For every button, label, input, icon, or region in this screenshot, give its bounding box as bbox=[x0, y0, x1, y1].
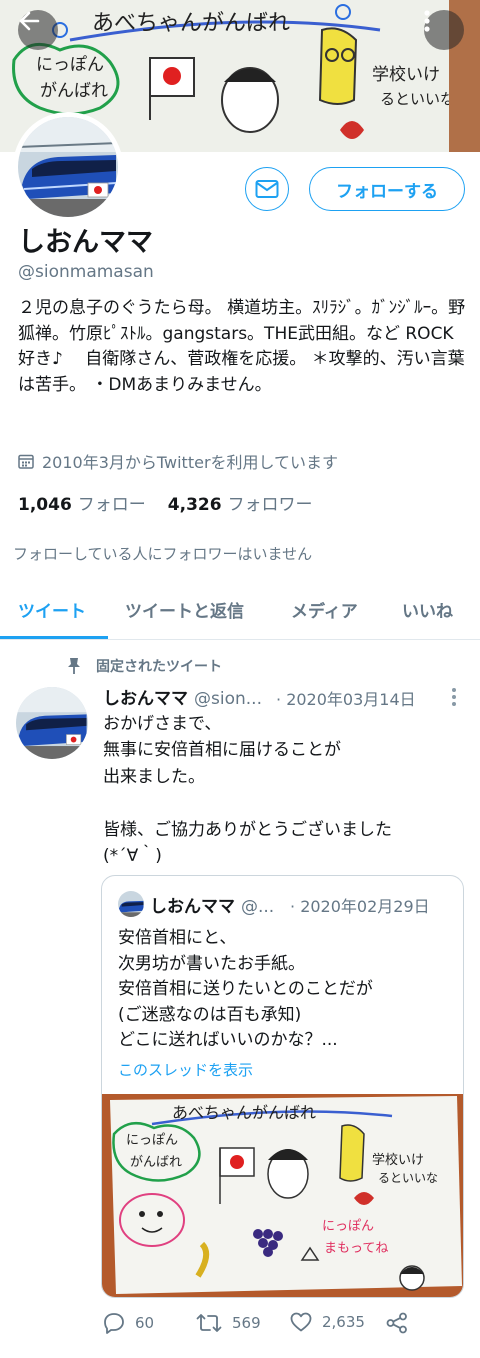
quoted-date-separator: · bbox=[290, 897, 296, 916]
pinned-indicator: 固定されたツイート bbox=[66, 656, 222, 676]
quoted-tweet-image[interactable]: あべちゃんがんばれ にっぽん がんばれ 学校いけ るといいな にっぽん まもって… bbox=[102, 1094, 463, 1297]
arrow-left-icon bbox=[19, 11, 40, 31]
like-button[interactable]: 2,635 bbox=[290, 1312, 365, 1332]
pinned-label: 固定されたツイート bbox=[96, 659, 222, 675]
drawing-left-text-1: にっぽん bbox=[126, 1133, 178, 1148]
back-button[interactable] bbox=[18, 10, 58, 50]
tab-tweets-and-replies[interactable]: ツイートと返信 bbox=[125, 597, 244, 622]
following-count: 1,046 bbox=[18, 495, 72, 515]
followers-link[interactable]: 4,326 フォロワー bbox=[168, 490, 313, 515]
followers-count: 4,326 bbox=[167, 495, 222, 515]
message-button[interactable] bbox=[245, 167, 289, 211]
active-tab-indicator bbox=[0, 636, 108, 639]
profile-avatar[interactable] bbox=[13, 112, 123, 222]
tweet-date[interactable]: · 2020年03月14日 bbox=[276, 686, 416, 710]
drawing-bottom-text-2: まもってね bbox=[324, 1241, 388, 1256]
drawing-left-text-2: がんばれ bbox=[130, 1155, 182, 1170]
more-vertical-icon bbox=[452, 688, 456, 706]
more-vertical-icon bbox=[424, 10, 430, 32]
train-photo bbox=[18, 117, 118, 217]
tab-likes[interactable]: いいね bbox=[402, 597, 453, 622]
quoted-tweet-text: 安倍首相にと、 次男坊が書いたお手紙。 安倍首相に送りたいとのことだが (ご迷惑… bbox=[118, 928, 373, 1050]
tweet-header: しおんママ @sion... bbox=[103, 684, 262, 709]
reply-button[interactable]: 60 bbox=[103, 1312, 154, 1334]
quoted-tweet[interactable]: しおんママ @... · 2020年02月29日 安倍首相にと、 次男坊が書いたお… bbox=[101, 875, 464, 1298]
reply-count: 60 bbox=[135, 1314, 155, 1332]
more-options-button[interactable] bbox=[424, 10, 464, 50]
join-date: 2010年3月からTwitterを利用しています bbox=[18, 449, 338, 473]
reply-icon bbox=[104, 1313, 124, 1334]
train-photo bbox=[118, 891, 144, 917]
like-count: 2,635 bbox=[322, 1313, 365, 1331]
share-icon bbox=[386, 1312, 407, 1334]
tweet-menu-button[interactable] bbox=[446, 686, 462, 708]
share-button[interactable] bbox=[386, 1312, 408, 1334]
quoted-tweet-date: · 2020年02月29日 bbox=[290, 893, 430, 917]
calendar-icon bbox=[18, 454, 34, 469]
drawing-bottom-text-1: にっぽん bbox=[322, 1219, 374, 1234]
retweet-icon bbox=[196, 1314, 222, 1332]
retweet-button[interactable]: 569 bbox=[196, 1312, 261, 1334]
drawing-right-text-1: 学校いけ bbox=[372, 1152, 424, 1168]
quoted-author-name: しおんママ bbox=[150, 897, 235, 917]
banner-left-text-1: にっぽん bbox=[36, 55, 104, 75]
retweet-count: 569 bbox=[232, 1314, 261, 1332]
profile-bio: ２児の息子のぐうたら母。 横道坊主。ｽﾘﾗｼﾞ。ｶﾞﾝｼﾞﾙｰ。野狐禅。竹原ﾋﾟ… bbox=[18, 298, 466, 395]
tweet-actions: 60 569 2,635 bbox=[103, 1312, 413, 1338]
follow-counts: 1,046 フォロー 4,326 フォロワー bbox=[18, 490, 313, 515]
train-photo bbox=[16, 687, 88, 759]
mail-icon bbox=[255, 180, 279, 198]
show-thread-link[interactable]: このスレッドを表示 bbox=[118, 1059, 253, 1080]
child-drawing-photo: あべちゃんがんばれ にっぽん がんばれ 学校いけ るといいな にっぽん まもって… bbox=[102, 1094, 463, 1297]
following-label: フォロー bbox=[77, 495, 146, 515]
quoted-date-text: 2020年02月29日 bbox=[300, 897, 430, 916]
banner-top-text: あべちゃんがんばれ bbox=[92, 11, 290, 36]
tweet-author-avatar[interactable] bbox=[16, 687, 88, 759]
banner-right-text-2: るといいな bbox=[380, 90, 455, 108]
mutual-followers-note: フォローしている人にフォロワーはいません bbox=[13, 545, 313, 563]
tab-tweets[interactable]: ツイート bbox=[18, 597, 86, 622]
profile-tabs: ツイート ツイートと返信 メディア いいね bbox=[0, 587, 480, 640]
tab-media[interactable]: メディア bbox=[291, 597, 358, 622]
tweet-author-name[interactable]: しおんママ bbox=[103, 689, 188, 709]
heart-icon bbox=[290, 1312, 312, 1332]
drawing-right-text-2: るといいな bbox=[378, 1171, 438, 1185]
pin-icon bbox=[68, 658, 80, 674]
banner-left-text-2: がんばれ bbox=[40, 81, 108, 101]
tweet-text: おかげさまで、 無事に安倍首相に届けることが 出来ました。 皆様、ご協力ありがと… bbox=[103, 714, 392, 867]
banner-right-text-1: 学校いけ bbox=[372, 65, 440, 85]
quoted-author-handle: @... bbox=[241, 897, 275, 917]
follow-button[interactable]: フォローする bbox=[309, 167, 465, 211]
tweet-date-text: 2020年03月14日 bbox=[286, 690, 416, 709]
quoted-author-avatar bbox=[118, 891, 144, 917]
join-date-text: 2010年3月からTwitterを利用しています bbox=[42, 453, 339, 472]
following-link[interactable]: 1,046 フォロー bbox=[18, 490, 146, 515]
tweet-author-handle[interactable]: @sion... bbox=[194, 689, 262, 709]
drawing-top-text: あべちゃんがんばれ bbox=[172, 1103, 316, 1122]
display-name: しおんママ bbox=[18, 227, 153, 258]
tweet-date-separator: · bbox=[276, 690, 282, 709]
quoted-tweet-header: しおんママ @... bbox=[150, 892, 274, 917]
followers-label: フォロワー bbox=[227, 495, 313, 515]
user-handle: @sionmamasan bbox=[18, 262, 154, 282]
